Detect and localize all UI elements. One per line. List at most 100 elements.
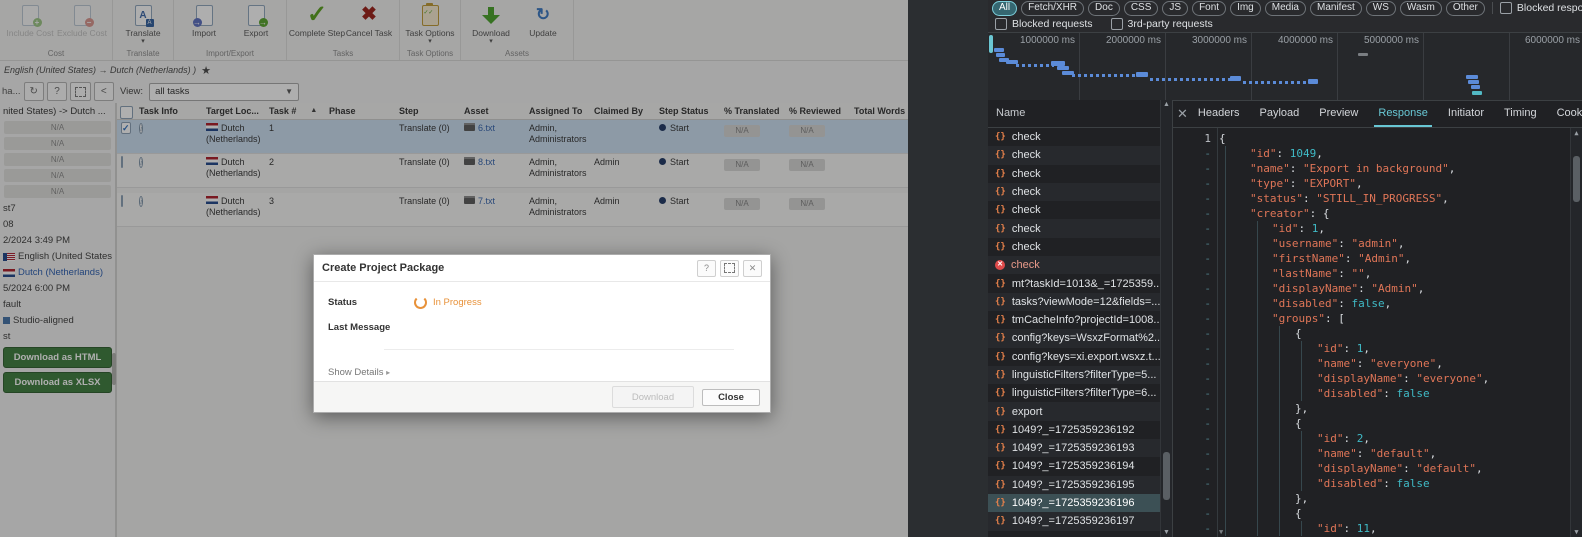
request-row[interactable]: {} export <box>988 402 1161 421</box>
request-row[interactable]: {} check <box>988 219 1161 238</box>
request-row[interactable]: {} config?keys=WsxzFormat%2... <box>988 329 1161 348</box>
gutter-line-number: - <box>1204 477 1211 490</box>
filter-pill-other[interactable]: Other <box>1445 0 1485 16</box>
request-row[interactable]: {} 1049?_=1725359236195 <box>988 475 1161 494</box>
tab-headers[interactable]: Headers <box>1188 100 1250 127</box>
waterfall-bar <box>996 53 1005 57</box>
request-name: check <box>1011 186 1041 199</box>
request-row[interactable]: {} 1049?_=1725359236197 <box>988 512 1161 531</box>
gutter-line-number: - <box>1204 447 1211 460</box>
request-row[interactable]: {} 1049?_=1725359236192 <box>988 421 1161 439</box>
scroll-down-icon[interactable]: ▼ <box>1161 529 1172 536</box>
indent-guide <box>1225 521 1226 536</box>
network-split: Name {} check {} check {} check {} check {} check… <box>988 100 1582 537</box>
close-detail-icon[interactable]: ✕ <box>1177 106 1188 122</box>
dialog-help-button[interactable]: ? <box>697 259 716 277</box>
code-scroll-down-left-icon[interactable]: ▼ <box>1219 528 1223 536</box>
scroll-up-icon[interactable]: ▲ <box>1161 101 1172 108</box>
request-row[interactable]: {} mt?taskId=1013&_=1725359... <box>988 274 1161 292</box>
response-scrollbar[interactable]: ▲ ▼ <box>1570 128 1582 537</box>
network-overview-timeline[interactable]: 1000000 ms 2000000 ms 3000000 ms 4000000 ms… <box>988 33 1582 101</box>
waterfall-dotted-run <box>1072 74 1138 77</box>
filter-pill-img[interactable]: Img <box>1230 0 1261 16</box>
code-line: - "id": 2, <box>1173 431 1582 446</box>
filter-pill-fetch-xhr[interactable]: Fetch/XHR <box>1021 0 1085 16</box>
request-name: 1049?_=1725359236193 <box>1011 442 1135 455</box>
json-request-icon: {} <box>995 351 1006 362</box>
tab-payload[interactable]: Payload <box>1249 100 1309 127</box>
filter-pill-font[interactable]: Font <box>1192 0 1227 16</box>
filter-pill-css[interactable]: CSS <box>1123 0 1159 16</box>
network-filter-bar: All Fetch/XHR Doc CSS JS Font Img Media Manifest… <box>988 0 1582 16</box>
filter-pill-all[interactable]: All <box>992 0 1018 16</box>
request-row[interactable]: {} config?keys=xi.export.wsxz.t... <box>988 348 1161 366</box>
filter-pill-doc[interactable]: Doc <box>1088 0 1120 16</box>
tab-cookies[interactable]: Cookies <box>1547 100 1582 127</box>
indent-guide <box>1257 446 1258 461</box>
gutter-line-number: - <box>1204 162 1211 175</box>
request-row[interactable]: {} 1049?_=1725359236193 <box>988 439 1161 458</box>
request-row[interactable]: {} check <box>988 238 1161 256</box>
dialog-download-button[interactable]: Download <box>612 386 694 408</box>
dialog-close-button[interactable]: Close <box>702 388 760 406</box>
request-row[interactable]: {} check <box>988 128 1161 146</box>
dialog-title: Create Project Package <box>322 262 445 274</box>
code-line: -}, <box>1173 491 1582 506</box>
request-row[interactable]: {} linguisticFilters?filterType=6... <box>988 384 1161 402</box>
blocked-response-cookies-checkbox[interactable]: Blocked response cookies <box>1499 2 1582 14</box>
filter-pill-js[interactable]: JS <box>1162 0 1189 16</box>
indent-guide <box>1301 476 1302 491</box>
request-row[interactable]: {} tasks?viewMode=12&fields=... <box>988 292 1161 311</box>
request-row[interactable]: {} linguisticFilters?filterType=5... <box>988 365 1161 385</box>
tab-response[interactable]: Response <box>1368 100 1438 127</box>
request-list-scrollbar[interactable]: ▲ ▼ <box>1160 100 1172 537</box>
tab-preview[interactable]: Preview <box>1309 100 1368 127</box>
request-row[interactable]: {} check <box>988 146 1161 165</box>
scroll-up-icon[interactable]: ▲ <box>1571 129 1582 137</box>
request-row[interactable]: {} check <box>988 201 1161 219</box>
indent-guide <box>1279 461 1280 476</box>
filter-pill-wasm[interactable]: Wasm <box>1399 0 1442 16</box>
code-line: - "lastName": "", <box>1173 266 1582 281</box>
tab-timing[interactable]: Timing <box>1494 100 1547 127</box>
indent-guide <box>1301 446 1302 461</box>
json-request-icon: {} <box>995 333 1006 344</box>
show-details-toggle[interactable]: Show Details ▸ <box>328 367 756 378</box>
indent-guide <box>1301 341 1302 356</box>
dialog-maximize-button[interactable] <box>720 259 739 277</box>
filter-pill-ws[interactable]: WS <box>1365 0 1396 16</box>
scrollbar-thumb[interactable] <box>1163 452 1170 500</box>
code-line: - "id": 11, <box>1173 521 1582 536</box>
gutter-line-number: - <box>1204 177 1211 190</box>
filter-pill-media[interactable]: Media <box>1264 0 1306 16</box>
filter-pill-manifest[interactable]: Manifest <box>1310 0 1362 16</box>
request-row[interactable]: {} 1049?_=1725359236196 <box>988 493 1161 513</box>
scrollbar-thumb[interactable] <box>1573 156 1580 202</box>
blocked-requests-checkbox[interactable]: Blocked requests <box>995 18 1093 30</box>
tab-initiator[interactable]: Initiator <box>1438 100 1494 127</box>
dialog-close-icon-button[interactable]: ✕ <box>743 259 762 277</box>
code-text: "lastName": "", <box>1217 266 1582 281</box>
third-party-requests-checkbox[interactable]: 3rd-party requests <box>1110 18 1213 30</box>
request-list-name-header[interactable]: Name <box>988 100 1172 128</box>
indent-guide <box>1225 401 1226 416</box>
timeline-drag-handle[interactable] <box>989 35 993 53</box>
code-text: "id": 1049, <box>1217 146 1582 161</box>
request-name: 1049?_=1725359236197 <box>1011 515 1135 528</box>
request-row[interactable]: {} tmCacheInfo?projectId=1008... <box>988 311 1161 329</box>
request-name: check <box>1011 149 1041 162</box>
request-row[interactable]: ✕ check <box>988 256 1161 275</box>
code-line: 1{ <box>1173 131 1582 146</box>
request-row[interactable]: {} check <box>988 165 1161 183</box>
code-line: - "id": 1, <box>1173 221 1582 236</box>
scroll-down-icon[interactable]: ▼ <box>1571 528 1582 536</box>
indent-guide <box>1279 416 1280 431</box>
code-text: "firstName": "Admin", <box>1217 251 1582 266</box>
code-line: -{ <box>1173 326 1582 341</box>
gutter-line-number: - <box>1204 507 1211 520</box>
request-row[interactable]: {} check <box>988 182 1161 202</box>
request-row[interactable]: {} 1049?_=1725359236194 <box>988 457 1161 475</box>
indent-guide <box>1301 356 1302 371</box>
code-text: "type": "EXPORT", <box>1217 176 1582 191</box>
code-line: - "disabled": false, <box>1173 296 1582 311</box>
